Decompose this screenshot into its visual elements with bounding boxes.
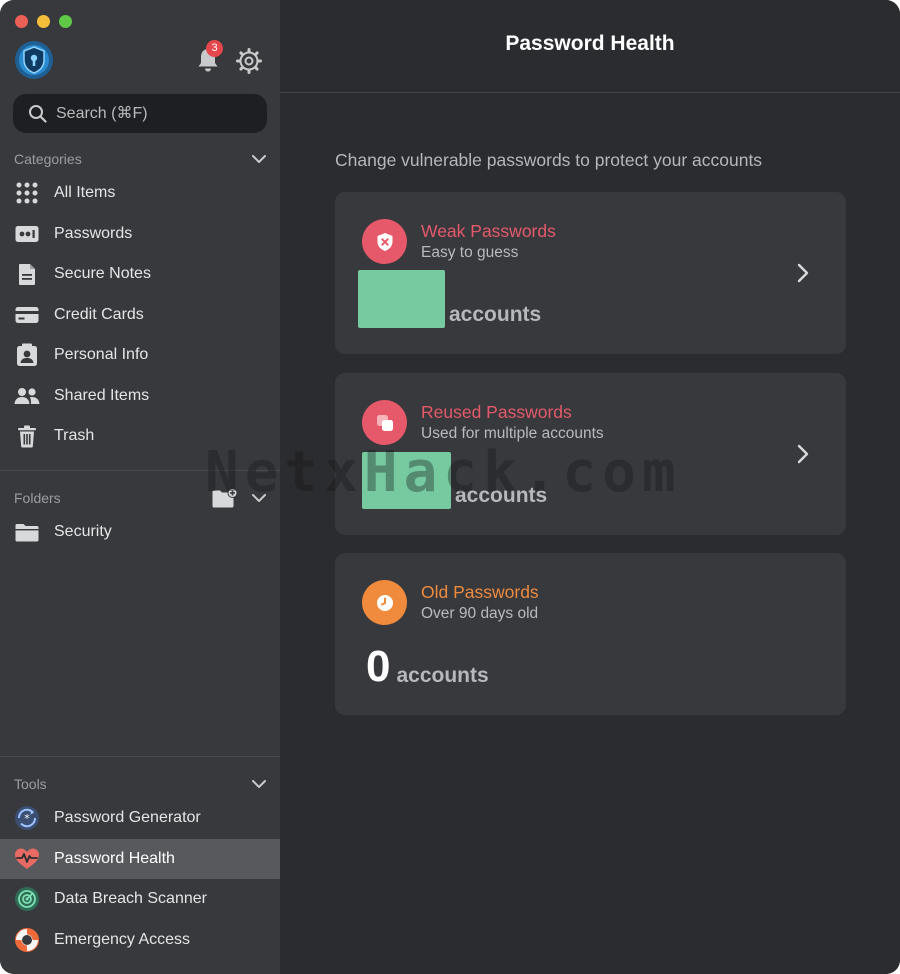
sidebar-item-label: Secure Notes [54,265,151,282]
sidebar-item-password-generator[interactable]: * Password Generator [0,798,280,838]
sidebar-divider [0,756,280,757]
redacted-count-block [358,270,445,328]
duplicate-icon [362,400,407,445]
grid-icon [14,180,40,206]
contact-card-icon [14,342,40,368]
sidebar-item-password-health[interactable]: Password Health [0,839,280,879]
settings-gear-icon[interactable] [236,48,262,74]
intro-text: Change vulnerable passwords to protect y… [335,150,763,170]
card-subtitle: Easy to guess [421,244,519,261]
minimize-window-button[interactable] [37,15,50,28]
note-icon [14,261,40,287]
sidebar: 3 Categories [0,0,280,974]
close-window-button[interactable] [15,15,28,28]
sidebar-item-label: Password Generator [54,809,201,826]
count-label: accounts [449,303,542,326]
clock-icon [362,580,407,625]
sidebar-item-shared-items[interactable]: Shared Items [0,376,280,416]
zoom-window-button[interactable] [59,15,72,28]
trash-icon [14,423,40,449]
lifebuoy-icon [14,927,40,953]
credit-card-icon [14,302,40,328]
count-label: accounts [455,484,548,507]
redacted-count-block [362,452,451,509]
app-logo-shield-icon [15,41,53,79]
count-value: 0 [366,642,391,691]
folder-icon [14,519,40,545]
sidebar-item-label: Trash [54,427,95,444]
page-title: Password Health [505,32,675,55]
old-passwords-card[interactable]: Old Passwords Over 90 days old 0 account… [335,553,846,715]
chevron-down-icon[interactable] [252,493,266,503]
tools-header[interactable]: Tools [14,774,266,794]
chevron-right-icon[interactable] [796,443,810,465]
chevron-right-icon[interactable] [796,262,810,284]
generator-icon: * [14,805,40,831]
sidebar-item-trash[interactable]: Trash [0,416,280,456]
radar-icon [14,886,40,912]
app-window: 3 Categories [0,0,900,974]
search-input[interactable] [56,104,236,123]
sidebar-item-label: Passwords [54,225,133,242]
notification-count-badge: 3 [206,40,223,57]
categories-header-label: Categories [14,151,82,167]
weak-passwords-card[interactable]: Weak Passwords Easy to guess accounts [335,192,846,354]
sidebar-item-label: Data Breach Scanner [54,890,207,907]
sidebar-item-label: Credit Cards [54,306,144,323]
add-folder-icon[interactable] [212,488,238,508]
categories-header[interactable]: Categories [14,149,266,169]
count-row: accounts [362,452,547,509]
shield-x-icon [362,219,407,264]
main-panel: Password Health Change vulnerable passwo… [280,0,900,974]
chevron-down-icon[interactable] [252,154,266,164]
tools-header-label: Tools [14,776,47,792]
heart-pulse-icon [14,846,40,872]
folders-header-label: Folders [14,490,61,506]
sidebar-item-security-folder[interactable]: Security [0,512,280,552]
card-subtitle: Used for multiple accounts [421,425,604,442]
count-row: accounts [358,270,541,328]
card-title: Weak Passwords [421,221,556,241]
sidebar-item-personal-info[interactable]: Personal Info [0,335,280,375]
sidebar-item-label: Password Health [54,850,175,867]
folders-header[interactable]: Folders [14,488,266,508]
card-title: Old Passwords [421,582,539,602]
sidebar-item-label: Shared Items [54,387,150,404]
card-subtitle: Over 90 days old [421,605,539,622]
sidebar-item-credit-cards[interactable]: Credit Cards [0,295,280,335]
password-icon [14,221,40,247]
people-icon [14,383,40,409]
window-controls [15,15,72,28]
search-box[interactable] [13,94,267,133]
sidebar-item-data-breach-scanner[interactable]: Data Breach Scanner [0,879,280,919]
search-icon [29,105,47,123]
sidebar-item-all-items[interactable]: All Items [0,173,280,213]
sidebar-item-label: All Items [54,184,116,201]
sidebar-item-emergency-access[interactable]: Emergency Access [0,920,280,960]
sidebar-item-passwords[interactable]: Passwords [0,214,280,254]
sidebar-item-label: Emergency Access [54,931,191,948]
sidebar-item-secure-notes[interactable]: Secure Notes [0,254,280,294]
count-label: accounts [396,664,489,687]
sidebar-item-label: Personal Info [54,346,149,363]
count-row: 0 accounts [362,645,489,689]
reused-passwords-card[interactable]: Reused Passwords Used for multiple accou… [335,373,846,535]
sidebar-divider [0,470,280,471]
sidebar-item-label: Security [54,523,112,540]
header-divider [280,92,900,93]
svg-text:*: * [24,812,30,825]
card-title: Reused Passwords [421,402,572,422]
chevron-down-icon[interactable] [252,779,266,789]
